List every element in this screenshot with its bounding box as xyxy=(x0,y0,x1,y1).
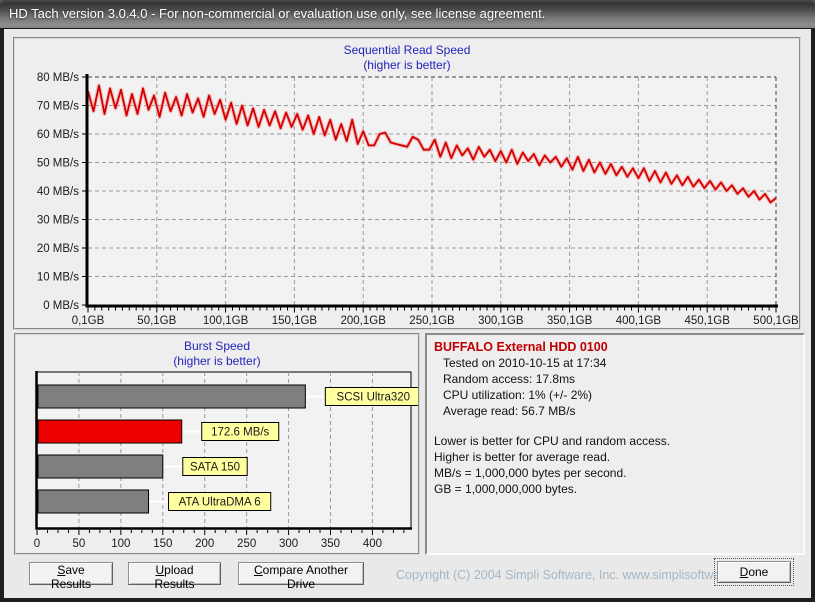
svg-text:80 MB/s: 80 MB/s xyxy=(37,72,79,84)
svg-text:400,1GB: 400,1GB xyxy=(616,315,662,327)
note-gb-definition: GB = 1,000,000,000 bytes. xyxy=(434,481,796,497)
svg-text:450,1GB: 450,1GB xyxy=(684,315,730,327)
window-title: HD Tach version 3.0.4.0 - For non-commer… xyxy=(0,0,815,28)
svg-text:200: 200 xyxy=(195,538,214,550)
svg-text:60 MB/s: 60 MB/s xyxy=(37,129,79,141)
svg-text:150,1GB: 150,1GB xyxy=(272,315,318,327)
svg-text:250,1GB: 250,1GB xyxy=(409,315,455,327)
burst-speed-panel: 0 50 100 150 200 250 300 350 400 SCSI Ultra320 172… xyxy=(14,333,420,555)
tested-on-line: Tested on 2010-10-15 at 17:34 xyxy=(443,355,796,371)
cpu-utilization-line: CPU utilization: 1% (+/- 2%) xyxy=(443,387,796,403)
svg-text:100: 100 xyxy=(111,538,130,550)
save-results-button[interactable]: Save Results xyxy=(29,562,113,585)
svg-text:172.6 MB/s: 172.6 MB/s xyxy=(211,427,269,439)
svg-text:20 MB/s: 20 MB/s xyxy=(37,243,79,255)
svg-text:50,1GB: 50,1GB xyxy=(137,315,176,327)
note-lower-better: Lower is better for CPU and random acces… xyxy=(434,433,796,449)
svg-text:300,1GB: 300,1GB xyxy=(478,315,524,327)
svg-text:0: 0 xyxy=(34,538,40,550)
client-area: 0 MB/s 10 MB/s 20 MB/s 30 MB/s 40 MB/s 50 MB/… xyxy=(4,29,811,598)
svg-text:50: 50 xyxy=(73,538,86,550)
svg-text:350,1GB: 350,1GB xyxy=(547,315,593,327)
window-titlebar[interactable]: HD Tach version 3.0.4.0 - For non-commer… xyxy=(0,0,815,29)
drive-info-panel: BUFFALO External HDD 0100 Tested on 2010… xyxy=(425,333,805,555)
note-higher-better: Higher is better for average read. xyxy=(434,449,796,465)
svg-text:30 MB/s: 30 MB/s xyxy=(37,215,79,227)
info-notes: Lower is better for CPU and random acces… xyxy=(434,433,796,497)
done-button-focus-ring: Done xyxy=(714,558,794,586)
note-mbs-definition: MB/s = 1,000,000 bytes per second. xyxy=(434,465,796,481)
svg-text:ATA UltraDMA 6: ATA UltraDMA 6 xyxy=(179,497,261,509)
svg-text:0,1GB: 0,1GB xyxy=(72,315,105,327)
svg-text:10 MB/s: 10 MB/s xyxy=(37,272,79,284)
svg-text:SATA 150: SATA 150 xyxy=(190,462,240,474)
svg-text:300: 300 xyxy=(279,538,298,550)
svg-text:250: 250 xyxy=(237,538,256,550)
drive-name: BUFFALO External HDD 0100 xyxy=(434,340,796,355)
svg-text:150: 150 xyxy=(153,538,172,550)
drive-info-content: BUFFALO External HDD 0100 Tested on 2010… xyxy=(427,335,803,502)
svg-text:350: 350 xyxy=(321,538,340,550)
svg-text:0 MB/s: 0 MB/s xyxy=(43,300,79,312)
hd-tach-window: HD Tach version 3.0.4.0 - For non-commer… xyxy=(0,0,815,602)
average-read-line: Average read: 56.7 MB/s xyxy=(443,403,796,419)
sequential-read-chart: 0 MB/s 10 MB/s 20 MB/s 30 MB/s 40 MB/s 50 MB/… xyxy=(15,39,799,328)
svg-text:40 MB/s: 40 MB/s xyxy=(37,186,79,198)
svg-text:70 MB/s: 70 MB/s xyxy=(37,101,79,113)
svg-text:500,1GB: 500,1GB xyxy=(753,315,799,327)
svg-text:400: 400 xyxy=(363,538,382,550)
done-button[interactable]: Done xyxy=(717,561,791,583)
svg-text:SCSI Ultra320: SCSI Ultra320 xyxy=(337,392,411,404)
compare-another-drive-button[interactable]: Compare Another Drive xyxy=(238,562,364,585)
svg-text:50 MB/s: 50 MB/s xyxy=(37,158,79,170)
copyright-text: Copyright (C) 2004 Simpli Software, Inc.… xyxy=(396,568,759,582)
upload-results-button[interactable]: Upload Results xyxy=(128,562,221,585)
random-access-line: Random access: 17.8ms xyxy=(443,371,796,387)
burst-speed-chart: 0 50 100 150 200 250 300 350 400 SCSI Ultra320 172… xyxy=(16,335,418,553)
sequential-read-panel: 0 MB/s 10 MB/s 20 MB/s 30 MB/s 40 MB/s 50 MB/… xyxy=(13,37,801,330)
svg-text:200,1GB: 200,1GB xyxy=(340,315,386,327)
svg-text:100,1GB: 100,1GB xyxy=(203,315,249,327)
